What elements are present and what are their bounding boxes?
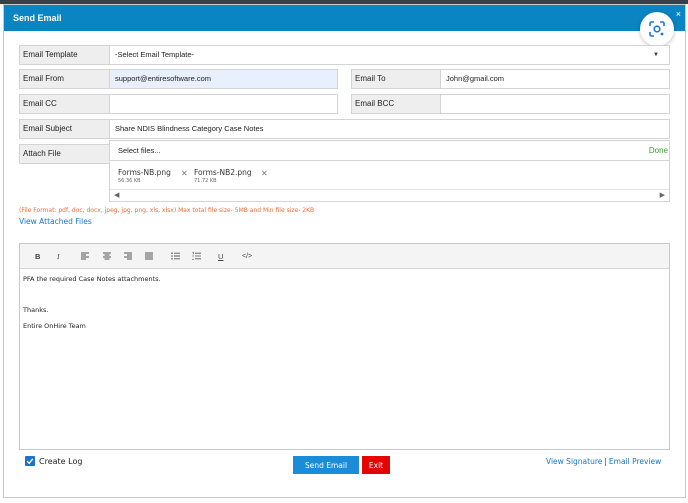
editor-toolbar: B I U </>: [20, 244, 669, 269]
attached-file-item: Forms-NB2.png 71.72 KB: [194, 168, 252, 184]
email-cc-field[interactable]: [109, 94, 338, 114]
italic-button[interactable]: I: [57, 252, 60, 261]
email-body-content[interactable]: PFA the required Case Notes attachments.…: [23, 275, 161, 337]
bullet-list-icon[interactable]: [171, 252, 180, 260]
create-log-label: Create Log: [39, 456, 83, 466]
email-cc-label: Email CC: [19, 94, 110, 114]
attached-file-name: Forms-NB2.png: [194, 168, 252, 177]
attach-file-label: Attach File: [19, 144, 110, 164]
attach-horizontal-scrollbar[interactable]: ◀ ▶: [110, 189, 669, 201]
code-view-button[interactable]: </>: [242, 252, 252, 261]
google-lens-icon[interactable]: [640, 12, 674, 46]
attached-file-name: Forms-NB.png: [118, 168, 171, 177]
attached-file-size: 71.72 KB: [194, 178, 217, 184]
email-preview-link[interactable]: Email Preview: [609, 457, 661, 466]
email-subject-field[interactable]: Share NDIS Blindness Category Case Notes: [109, 119, 670, 139]
exit-button[interactable]: Exit: [362, 456, 390, 474]
align-justify-icon[interactable]: [145, 252, 153, 260]
body-line: PFA the required Case Notes attachments.: [23, 275, 161, 283]
dialog-title: Send Email: [13, 13, 62, 23]
done-button[interactable]: Done: [649, 146, 668, 155]
scroll-left-icon[interactable]: ◀: [114, 191, 119, 199]
email-to-field[interactable]: John@gmail.com: [440, 69, 670, 89]
email-bcc-field[interactable]: [440, 94, 670, 114]
checkmark-icon: [26, 458, 34, 465]
close-icon[interactable]: ×: [676, 10, 681, 19]
attached-file-item: Forms-NB.png 56.36 KB: [118, 168, 171, 184]
attach-file-area: Select files... Done Forms-NB.png 56.36 …: [109, 140, 670, 202]
align-right-icon[interactable]: [124, 252, 132, 260]
email-from-label: Email From: [19, 69, 110, 89]
view-attached-files-link[interactable]: View Attached Files: [19, 217, 92, 226]
select-files-button[interactable]: Select files...: [118, 146, 161, 155]
numbered-list-icon[interactable]: [192, 252, 201, 260]
attach-file-header: Select files... Done: [110, 141, 669, 161]
email-template-select[interactable]: -Select Email Template- ▼: [109, 45, 670, 65]
body-line: Thanks.: [23, 306, 49, 314]
align-center-icon[interactable]: [103, 252, 111, 260]
remove-file-icon[interactable]: ✕: [261, 169, 268, 178]
footer-links: View Signature | Email Preview: [546, 457, 661, 466]
email-subject-label: Email Subject: [19, 119, 110, 139]
bold-button[interactable]: B: [35, 252, 40, 261]
send-email-button[interactable]: Send Email: [293, 456, 359, 474]
file-format-info: (File Format: pdf, doc, docx, jpeg, jpg,…: [19, 207, 315, 214]
scroll-right-icon[interactable]: ▶: [660, 191, 665, 199]
align-left-icon[interactable]: [81, 252, 89, 260]
email-template-value: -Select Email Template-: [115, 50, 195, 59]
create-log-checkbox[interactable]: [25, 456, 35, 466]
dropdown-caret-icon: ▼: [653, 52, 659, 58]
lens-glyph-icon: [649, 21, 665, 37]
email-from-field[interactable]: support@entiresoftware.com: [109, 69, 338, 89]
view-signature-link[interactable]: View Signature: [546, 457, 602, 466]
attached-file-size: 56.36 KB: [118, 178, 141, 184]
body-line: Entire OnHire Team: [23, 321, 86, 330]
email-bcc-label: Email BCC: [351, 94, 441, 114]
email-to-label: Email To: [351, 69, 441, 89]
email-body-editor: B I U </> PFA the required Case Notes at…: [19, 243, 670, 450]
email-template-label: Email Template: [19, 45, 110, 65]
underline-button[interactable]: U: [218, 252, 223, 261]
dialog-titlebar: Send Email ×: [4, 5, 685, 31]
body-line: [23, 291, 161, 299]
remove-file-icon[interactable]: ✕: [181, 169, 188, 178]
create-log-option[interactable]: Create Log: [25, 456, 82, 466]
